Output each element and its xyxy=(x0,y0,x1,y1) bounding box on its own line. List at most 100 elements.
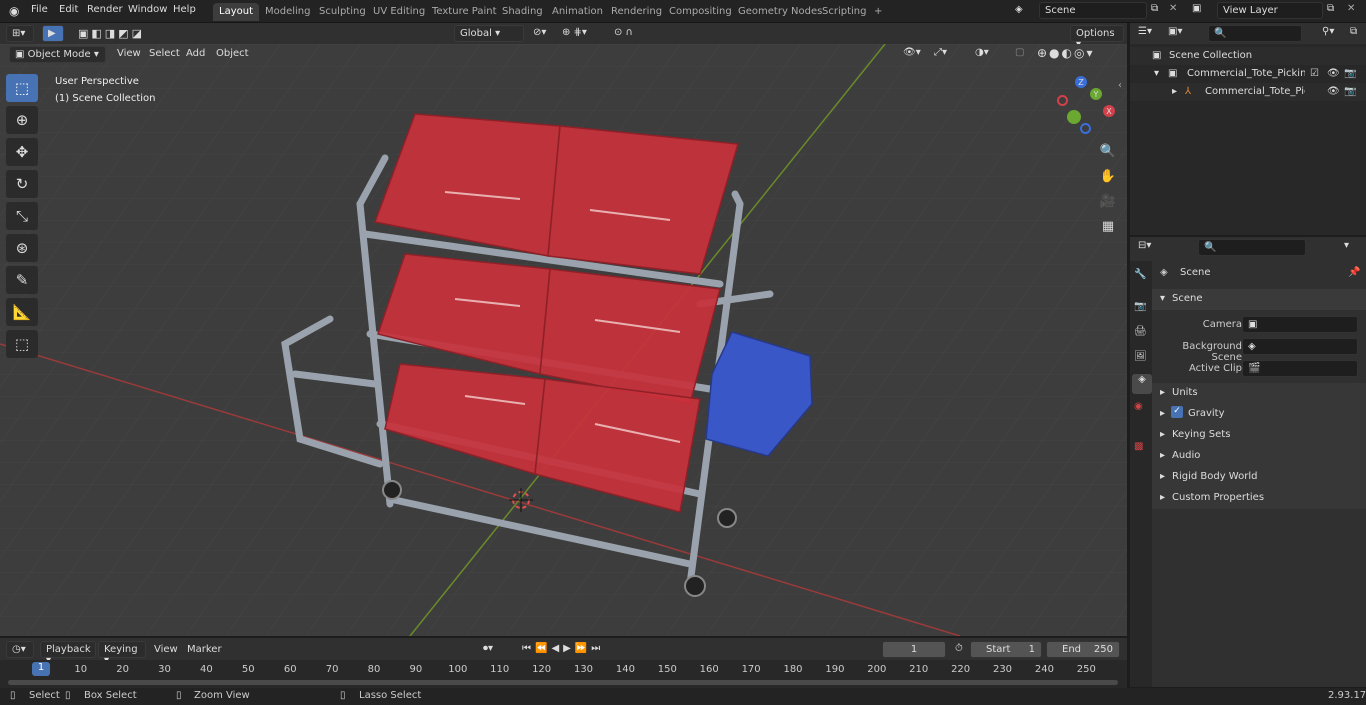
menu-edit[interactable]: Edit xyxy=(59,4,78,15)
tab-sculpting[interactable]: Sculpting xyxy=(313,3,372,21)
transform-orientation-dropdown[interactable]: Global ▾ xyxy=(454,25,524,42)
overlay-toggle-icon[interactable]: ◑▾ xyxy=(975,47,989,58)
tab-uv-editing[interactable]: UV Editing xyxy=(367,3,431,21)
menu-add[interactable]: Add xyxy=(186,48,205,59)
proportional-edit-icon[interactable]: ⊙ ∩ xyxy=(614,27,633,38)
stopwatch-icon[interactable]: ⏱ xyxy=(955,643,963,654)
menu-render[interactable]: Render xyxy=(87,4,123,15)
expand-icon[interactable]: ▸ xyxy=(1172,86,1177,97)
sidebar-toggle-icon[interactable]: ‹ xyxy=(1118,80,1122,91)
gizmo-x-axis[interactable]: X xyxy=(1103,105,1115,117)
gizmo-neg-z[interactable] xyxy=(1080,123,1091,134)
audio-panel[interactable]: ▸ Audio xyxy=(1152,446,1366,467)
select-tool-icon[interactable]: ▶ xyxy=(42,25,64,42)
playback-dropdown[interactable]: Playback ▾ xyxy=(40,641,96,666)
timeline-ruler[interactable]: 10 20 30 40 50 60 70 80 90 100 110 120 130 140 150 160 1… xyxy=(0,660,1127,688)
outliner-editor-icon[interactable]: ☰▾ xyxy=(1138,26,1152,37)
menu-view[interactable]: View xyxy=(154,644,178,655)
playback-controls-icons[interactable]: ⏮⏪◀▶⏩⏭ xyxy=(522,643,604,654)
3d-viewport[interactable]: ▣ Object Mode ▾ View Select Add Object 👁… xyxy=(0,44,1127,636)
view-layer-tab-icon[interactable]: 🖼 xyxy=(1134,351,1147,362)
expand-icon[interactable]: ▾ xyxy=(1154,68,1159,79)
perspective-grid-icon[interactable]: ▦ xyxy=(1098,216,1118,236)
cursor-tool-icon[interactable]: ⊕ xyxy=(6,106,38,134)
tab-compositing[interactable]: Compositing xyxy=(663,3,738,21)
select-box-tool-icon[interactable]: ⬚ xyxy=(6,74,38,102)
menu-select[interactable]: Select xyxy=(149,48,180,59)
end-frame-field[interactable]: End 250 xyxy=(1046,641,1120,658)
timeline-scrollbar[interactable] xyxy=(8,680,1118,685)
selection-mode-icons[interactable]: ▣◧◨◩◪ xyxy=(78,27,145,40)
texture-tab-icon[interactable]: ▩ xyxy=(1134,441,1143,452)
new-scene-icon[interactable]: ⧉ xyxy=(1151,3,1158,14)
outliner-row-scene-collection[interactable]: ▣ Scene Collection xyxy=(1130,47,1366,65)
delete-view-layer-icon[interactable]: ✕ xyxy=(1347,3,1355,14)
current-frame-field[interactable]: 1 xyxy=(882,641,946,658)
tab-rendering[interactable]: Rendering xyxy=(605,3,668,21)
move-tool-icon[interactable]: ✥ xyxy=(6,138,38,166)
gravity-checkbox[interactable]: ✓ xyxy=(1171,406,1183,418)
tab-scripting[interactable]: Scripting xyxy=(816,3,872,21)
tab-texture-paint[interactable]: Texture Paint xyxy=(426,3,503,21)
add-cube-tool-icon[interactable]: ⬚ xyxy=(6,330,38,358)
keying-sets-panel[interactable]: ▸ Keying Sets xyxy=(1152,425,1366,446)
render-tab-icon[interactable]: 📷 xyxy=(1134,301,1146,312)
pin-icon[interactable]: 📌 xyxy=(1348,267,1360,278)
options-dropdown[interactable]: Options ▾ xyxy=(1070,25,1124,50)
visibility-icon[interactable]: 👁▾ xyxy=(903,47,921,58)
mode-dropdown[interactable]: ▣ Object Mode ▾ xyxy=(9,46,106,63)
tab-geometry-nodes[interactable]: Geometry Nodes xyxy=(732,3,828,21)
tab-animation[interactable]: Animation xyxy=(546,3,609,21)
tab-modeling[interactable]: Modeling xyxy=(259,3,317,21)
pan-hand-icon[interactable]: ✋ xyxy=(1098,166,1118,186)
tool-tab-icon[interactable]: 🔧 xyxy=(1134,269,1146,280)
scale-tool-icon[interactable]: ⤡ xyxy=(6,202,38,230)
gizmo-neg-y[interactable] xyxy=(1067,110,1081,124)
custom-properties-panel[interactable]: ▸ Custom Properties xyxy=(1152,488,1366,509)
delete-scene-icon[interactable]: ✕ xyxy=(1169,3,1177,14)
menu-file[interactable]: File xyxy=(31,4,48,15)
menu-object[interactable]: Object xyxy=(216,48,249,59)
record-icon[interactable]: ⏺▾ xyxy=(483,643,493,654)
exclude-checkbox-icon[interactable]: ☑ xyxy=(1310,68,1319,79)
camera-render-icon[interactable]: 📷 xyxy=(1344,68,1356,79)
keying-dropdown[interactable]: Keying ▾ xyxy=(98,641,146,666)
start-frame-field[interactable]: Start 1 xyxy=(970,641,1042,658)
tab-shading[interactable]: Shading xyxy=(496,3,549,21)
transform-tool-icon[interactable]: ⊛ xyxy=(6,234,38,262)
menu-view[interactable]: View xyxy=(117,48,141,59)
view-layer-icon[interactable]: ▣ xyxy=(1192,3,1201,14)
xray-toggle-icon[interactable]: ▢ xyxy=(1015,47,1024,58)
rigid-body-world-panel[interactable]: ▸ Rigid Body World xyxy=(1152,467,1366,488)
properties-options-icon[interactable]: ▾ xyxy=(1344,240,1349,251)
snap-icon[interactable]: ⊕ ⋕▾ xyxy=(562,27,587,38)
annotate-tool-icon[interactable]: ✎ xyxy=(6,266,38,294)
scene-panel-header[interactable]: ▾ Scene xyxy=(1152,289,1366,310)
scene-name-field[interactable]: Scene xyxy=(1039,2,1147,19)
rotate-tool-icon[interactable]: ↻ xyxy=(6,170,38,198)
outliner-search-input[interactable]: 🔍 xyxy=(1208,25,1302,42)
properties-search-input[interactable]: 🔍 xyxy=(1198,239,1306,256)
filter-icon[interactable]: ⚲▾ xyxy=(1322,26,1334,37)
output-tab-icon[interactable]: 🖨 xyxy=(1134,326,1147,337)
menu-help[interactable]: Help xyxy=(173,4,196,15)
add-workspace-button[interactable]: + xyxy=(868,3,888,21)
scene-tab-icon[interactable]: ◈ xyxy=(1132,374,1152,394)
properties-editor-icon[interactable]: ⊟▾ xyxy=(1138,240,1151,251)
gizmo-neg-x[interactable] xyxy=(1057,95,1068,106)
blender-logo-icon[interactable]: ◉ xyxy=(9,4,19,18)
outliner-row-object[interactable]: ▸ ⅄ Commercial_Tote_Picking 👁 📷 xyxy=(1130,83,1366,101)
new-collection-icon[interactable]: ⧉ xyxy=(1350,26,1357,37)
navigation-gizmo[interactable]: Z Y X xyxy=(1055,76,1117,138)
active-clip-field[interactable]: 🎬 xyxy=(1242,360,1358,377)
camera-field[interactable]: ▣ xyxy=(1242,316,1358,333)
outliner-row-collection[interactable]: ▾ ▣ Commercial_Tote_Picking_Ca ☑ 👁 📷 xyxy=(1130,65,1366,83)
shading-mode-icons[interactable]: ⊕●◐◎▾ xyxy=(1037,46,1095,60)
zoom-icon[interactable]: 🔍 xyxy=(1098,141,1118,161)
camera-render-icon[interactable]: 📷 xyxy=(1344,86,1356,97)
menu-window[interactable]: Window xyxy=(128,4,167,15)
tab-layout[interactable]: Layout xyxy=(213,3,259,21)
scene-selector-icon[interactable]: ◈ xyxy=(1015,4,1023,15)
menu-marker[interactable]: Marker xyxy=(187,644,222,655)
display-mode-icon[interactable]: ▣▾ xyxy=(1168,26,1182,37)
